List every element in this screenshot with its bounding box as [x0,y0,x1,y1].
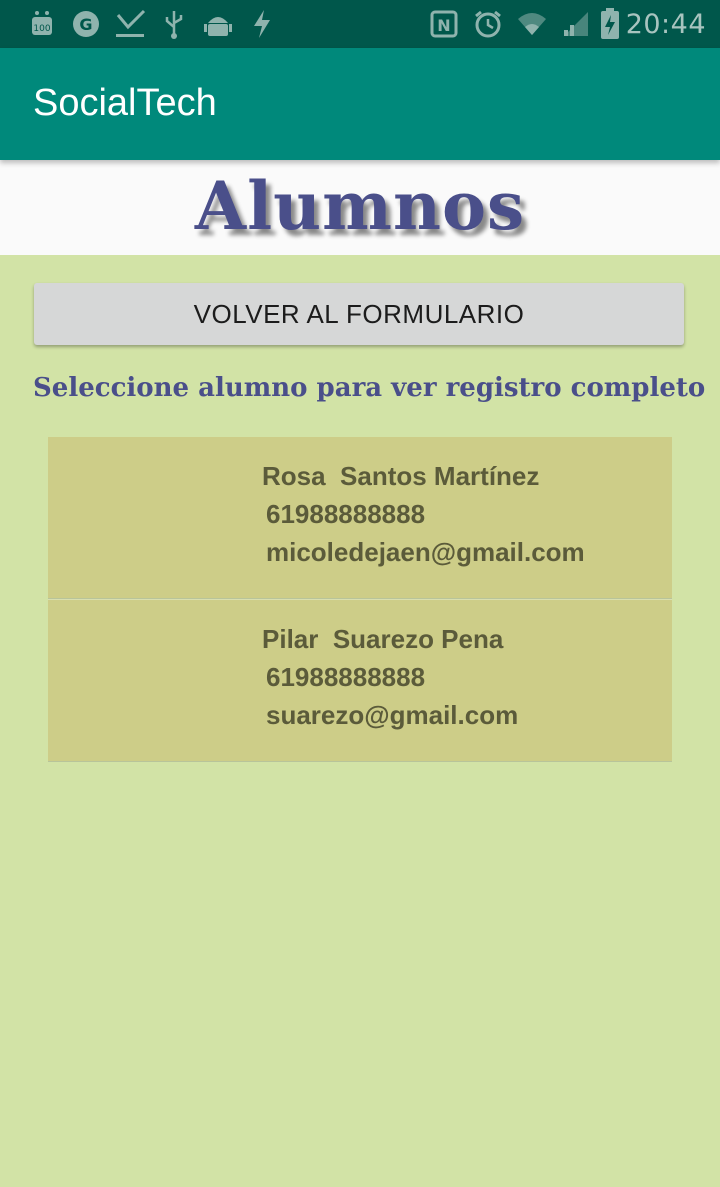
app-bar: SocialTech [0,48,720,160]
status-time: 20:44 [625,8,706,40]
student-phone: 61988888888 [266,662,426,692]
download-icon [108,0,152,48]
status-bar-notifications: 100 G [0,0,284,48]
alarm-icon [466,0,510,48]
svg-text:G: G [79,15,92,34]
student-name: Rosa Santos Martínez [262,461,540,491]
g-notification-icon: G [64,0,108,48]
instruction-text: Seleccione alumno para ver registro comp… [33,373,706,403]
header-banner: Alumnos [0,160,720,255]
flash-icon [240,0,284,48]
android-debug-icon [196,0,240,48]
student-list: Rosa Santos Martínez 61988888888 micoled… [48,437,672,762]
back-to-form-button[interactable]: VOLVER AL FORMULARIO [34,283,684,345]
student-phone: 61988888888 [266,499,426,529]
status-bar-system: N 20:44 [422,0,720,48]
battery-charging-icon [598,0,622,48]
app-title: SocialTech [33,82,217,124]
usb-icon [152,0,196,48]
svg-text:N: N [437,16,450,35]
wifi-icon [510,0,554,48]
list-item-student-2[interactable]: Pilar Suarezo Pena 61988888888 suarezo@g… [48,599,672,762]
student-email: micoledejaen@gmail.com [266,537,585,567]
svg-text:100: 100 [33,24,50,34]
student-name: Pilar Suarezo Pena [262,624,504,654]
status-bar: 100 G N 20:44 [0,0,720,48]
signal-icon [554,0,598,48]
list-item-student-1[interactable]: Rosa Santos Martínez 61988888888 micoled… [48,437,672,599]
student-email: suarezo@gmail.com [266,700,519,730]
nfc-icon: N [422,0,466,48]
page-title: Alumnos [194,166,526,245]
android-100-icon: 100 [20,0,64,48]
